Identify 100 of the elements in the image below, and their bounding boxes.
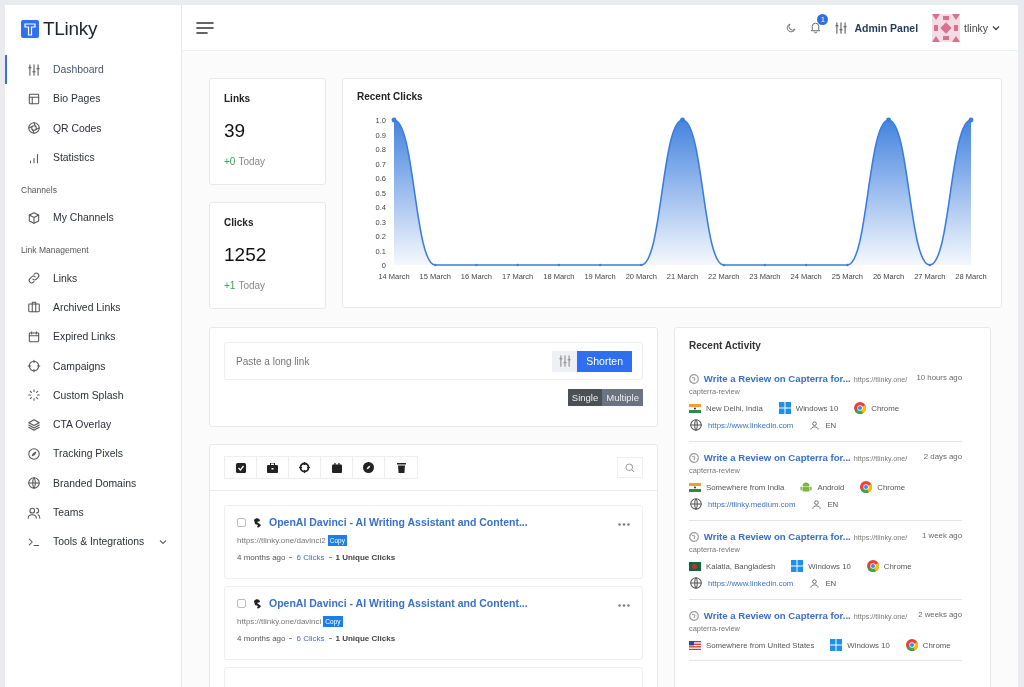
globe-icon <box>689 497 703 511</box>
globe-icon <box>27 476 41 491</box>
chevron-icon[interactable] <box>992 23 1000 32</box>
activity-title[interactable]: Write a Review on Capterra for... <box>703 610 851 621</box>
windows-icon <box>791 560 804 572</box>
sliders-icon <box>834 20 849 35</box>
sidebar-item[interactable]: Campaigns <box>5 351 181 381</box>
sidebar-item[interactable]: Bio Pages <box>5 84 181 114</box>
shorten-button[interactable]: Shorten <box>577 350 632 372</box>
globe-icon <box>689 418 703 432</box>
sidebar-item[interactable]: Branded Domains <box>5 468 181 498</box>
sidebar-item[interactable]: Tracking Pixels <box>5 439 181 469</box>
sidebar-item[interactable]: Expired Links <box>5 322 181 352</box>
bell-icon[interactable] <box>809 21 823 34</box>
windows-icon <box>778 402 791 414</box>
data-point <box>557 263 561 267</box>
sidebar-item[interactable]: Custom Splash <box>5 380 181 410</box>
stat-period: Today <box>238 280 266 291</box>
checkbox[interactable] <box>237 598 246 608</box>
globe-icon <box>689 576 703 590</box>
options-button[interactable] <box>552 350 578 372</box>
sidebar-item[interactable]: Tools & Integrations <box>5 527 181 557</box>
sidebar-item[interactable]: Statistics <box>5 142 181 173</box>
avatar[interactable] <box>932 13 961 42</box>
activity-title[interactable]: Write a Review on Capterra for... <box>703 531 851 542</box>
clicks-link[interactable]: 6 Clicks <box>296 634 325 643</box>
flag-icon <box>689 640 701 650</box>
data-point <box>763 263 767 267</box>
data-point <box>928 263 931 267</box>
data-point <box>434 263 437 267</box>
admin-panel-link[interactable]: Admin Panel <box>834 20 919 35</box>
card-title: Recent Activity <box>689 340 762 351</box>
chrome-icon <box>860 481 873 493</box>
globe-icon <box>689 453 699 463</box>
globe-icon <box>689 611 699 621</box>
unique-clicks: 1 Unique Clicks <box>335 553 396 562</box>
favicon <box>252 516 263 528</box>
stat-value: 1252 <box>224 244 268 266</box>
android-icon <box>800 481 813 493</box>
menu-icon[interactable] <box>196 20 214 35</box>
stat-delta: +0 <box>224 156 236 167</box>
data-point <box>846 263 849 267</box>
chart-title: Recent Clicks <box>357 91 424 102</box>
flag-icon <box>689 403 701 413</box>
data-point <box>391 117 397 123</box>
sidebar-item[interactable]: Archived Links <box>5 292 181 323</box>
link-icon <box>27 271 41 286</box>
mode-toggle[interactable]: Single <box>567 389 603 406</box>
sidebar-item[interactable]: CTA Overlay <box>5 409 181 440</box>
activity-title[interactable]: Write a Review on Capterra for... <box>703 373 851 384</box>
checkbox[interactable] <box>237 517 246 527</box>
mode-toggle[interactable]: Multiple <box>602 389 643 406</box>
search-icon <box>625 462 635 473</box>
activity-title[interactable]: Write a Review on Capterra for... <box>703 452 851 463</box>
chrome-icon <box>854 402 867 414</box>
loader-icon <box>27 388 41 403</box>
logo-icon <box>21 20 39 38</box>
user-icon <box>809 577 821 589</box>
user-name[interactable]: tlinky <box>964 21 988 34</box>
flag-icon <box>689 482 701 492</box>
data-point <box>722 263 725 267</box>
layout-icon <box>27 91 41 106</box>
moon-icon[interactable] <box>785 21 798 34</box>
layers-icon <box>27 417 41 432</box>
chrome-icon <box>905 639 918 651</box>
sliders-icon <box>557 354 572 368</box>
stat-period: Today <box>238 156 266 167</box>
data-point <box>968 117 974 123</box>
data-point <box>598 263 602 267</box>
created-time: 4 months ago <box>237 634 286 643</box>
link-input[interactable]: Paste a long link Shorten <box>224 342 643 380</box>
sidebar-item[interactable]: Links <box>5 263 181 293</box>
stat-title: Links <box>224 93 252 104</box>
short-url[interactable]: https://tlinky.one/davinci2 <box>237 536 326 545</box>
stat-delta: +1 <box>224 280 236 291</box>
flag-icon <box>689 561 701 571</box>
chrome-icon <box>866 560 879 572</box>
data-point <box>886 117 891 123</box>
sidebar-item[interactable]: QR Codes <box>5 113 181 143</box>
aperture-icon <box>27 121 41 136</box>
users-icon <box>27 505 41 520</box>
link-title[interactable]: OpenAI Davinci - AI Writing Assistant and Content... <box>269 516 612 528</box>
data-point <box>640 263 643 267</box>
sidebar-item[interactable]: Teams <box>5 497 181 528</box>
link-title[interactable]: OpenAI Davinci - AI Writing Assistant and Content... <box>269 597 612 609</box>
cube-icon <box>27 210 41 225</box>
calendar-icon <box>27 329 41 344</box>
data-point <box>804 263 808 267</box>
sidebar-item[interactable]: My Channels <box>5 203 181 233</box>
favicon <box>252 597 263 609</box>
user-icon <box>809 419 821 431</box>
sliders-icon <box>27 62 41 77</box>
short-url[interactable]: https://tlinky.one/davinci <box>237 617 322 626</box>
compass-icon <box>27 446 41 461</box>
windows-icon <box>830 639 843 651</box>
stat-title: Clicks <box>224 217 255 228</box>
data-point <box>475 263 478 267</box>
section-heading: Channels <box>20 184 58 198</box>
clicks-link[interactable]: 6 Clicks <box>296 553 325 562</box>
stat-value: 39 <box>224 120 247 142</box>
